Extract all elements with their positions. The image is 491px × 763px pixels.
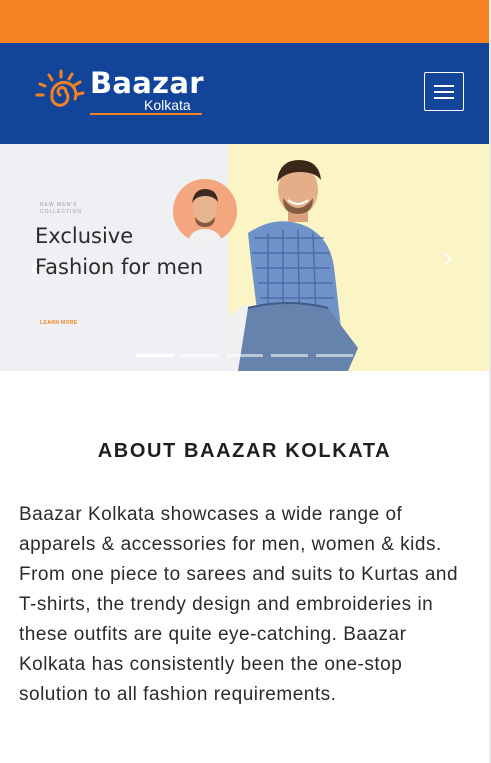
about-description: Baazar Kolkata showcases a wide range of… [19, 504, 459, 705]
carousel-indicators [136, 354, 356, 358]
learn-more-link[interactable]: Learn More [40, 320, 78, 326]
logo-city: Kolkata [144, 97, 191, 113]
sun-spiral-icon [35, 69, 85, 107]
carousel-indicator-3[interactable] [226, 354, 263, 357]
model-photo [228, 160, 358, 371]
carousel-indicator-1[interactable] [136, 354, 173, 357]
carousel-prev-chevron-left-icon[interactable]: ‹ [30, 252, 39, 283]
hero-headline-line2: Fashion for men [35, 255, 204, 279]
hero-headline-line1: Exclusive [35, 224, 134, 248]
site-header: Baazar Kolkata [0, 43, 489, 144]
hamburger-menu-icon [434, 97, 454, 99]
carousel-indicator-5[interactable] [316, 354, 353, 357]
hero-carousel[interactable]: New Men's Collection Exclusive Fashion f… [0, 144, 489, 371]
hero-eyebrow: New Men's Collection [40, 202, 82, 215]
logo-wordmark: Baazar [90, 66, 204, 100]
about-heading: ABOUT BAAZAR KOLKATA [97, 440, 392, 462]
hamburger-menu-icon [434, 91, 454, 93]
logo-underline [90, 113, 202, 115]
top-strip [0, 0, 489, 43]
carousel-indicator-4[interactable] [271, 354, 308, 357]
carousel-next-chevron-right-icon[interactable]: › [442, 241, 454, 276]
menu-toggle-button[interactable] [424, 72, 464, 111]
hamburger-menu-icon [434, 85, 454, 87]
carousel-indicator-2[interactable] [181, 354, 218, 357]
brand-logo[interactable]: Baazar Kolkata [34, 66, 214, 115]
